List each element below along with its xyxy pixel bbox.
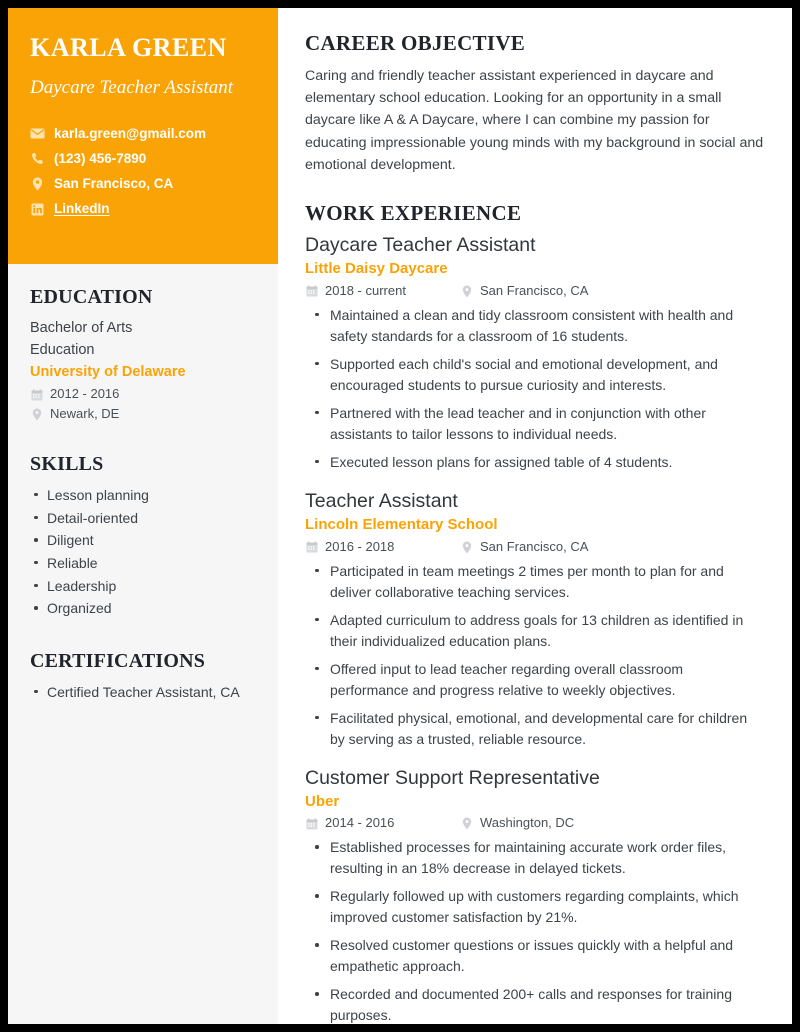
contact-item-phone[interactable]: (123) 456-7890 bbox=[30, 151, 256, 167]
map-pin-icon bbox=[460, 817, 473, 830]
job-dates-row: 2014 - 2016 bbox=[305, 815, 460, 832]
list-item: Adapted curriculum to address goals for … bbox=[305, 610, 764, 652]
education-school: University of Delaware bbox=[30, 364, 186, 381]
job-company: Little Daisy Daycare bbox=[305, 260, 448, 278]
list-item: Maintained a clean and tidy classroom co… bbox=[305, 305, 764, 347]
list-item: Resolved customer questions or issues qu… bbox=[305, 935, 764, 977]
job-bullets: Participated in team meetings 2 times pe… bbox=[305, 561, 764, 750]
sidebar: KARLA GREEN Daycare Teacher Assistant ka… bbox=[8, 8, 278, 1024]
sidebar-body: EDUCATION Bachelor of Arts Education Uni… bbox=[8, 264, 278, 704]
job-location: Washington, DC bbox=[480, 815, 575, 831]
map-pin-icon bbox=[460, 285, 473, 298]
contact-linkedin-text[interactable]: LinkedIn bbox=[54, 201, 110, 217]
phone-icon bbox=[30, 152, 45, 165]
job-title: Daycare Teacher Assistant bbox=[305, 233, 536, 256]
list-item: Leadership bbox=[30, 575, 256, 598]
sidebar-header-block: KARLA GREEN Daycare Teacher Assistant ka… bbox=[8, 8, 278, 264]
job-title: Customer Support Representative bbox=[305, 766, 600, 789]
job-dates-row: 2018 - current bbox=[305, 283, 460, 300]
resume-page: KARLA GREEN Daycare Teacher Assistant ka… bbox=[8, 8, 792, 1024]
job-location-row: Washington, DC bbox=[460, 815, 574, 832]
list-item: Facilitated physical, emotional, and dev… bbox=[305, 708, 764, 750]
calendar-icon bbox=[305, 541, 318, 553]
job-location: San Francisco, CA bbox=[480, 538, 589, 554]
contact-phone-text: (123) 456-7890 bbox=[54, 150, 147, 166]
job-bullets: Established processes for maintaining ac… bbox=[305, 837, 764, 1024]
job-dates: 2014 - 2016 bbox=[325, 815, 395, 831]
education-dates-row: 2012 - 2016 bbox=[30, 386, 256, 403]
job-meta: 2018 - current San Francisco, CA bbox=[305, 283, 764, 300]
list-item: Executed lesson plans for assigned table… bbox=[305, 452, 764, 473]
work-entry: Teacher Assistant Lincoln Elementary Sch… bbox=[305, 489, 764, 750]
map-pin-icon bbox=[460, 541, 473, 554]
career-objective-text: Caring and friendly teacher assistant ex… bbox=[305, 68, 764, 173]
contact-location-text: San Francisco, CA bbox=[54, 176, 174, 192]
contact-list: karla.green@gmail.com (123) 456-7890 San… bbox=[30, 126, 256, 218]
envelope-icon bbox=[30, 128, 45, 139]
list-item: Reliable bbox=[30, 552, 256, 575]
list-item: Supported each child's social and emotio… bbox=[305, 354, 764, 396]
certifications-list: Certified Teacher Assistant, CA bbox=[30, 681, 256, 704]
list-item: Established processes for maintaining ac… bbox=[305, 837, 764, 879]
contact-item-email[interactable]: karla.green@gmail.com bbox=[30, 126, 256, 142]
list-item: Diligent bbox=[30, 529, 256, 552]
job-dates: 2018 - current bbox=[325, 282, 406, 298]
job-dates: 2016 - 2018 bbox=[325, 538, 395, 554]
map-pin-icon bbox=[30, 408, 43, 421]
candidate-job-title: Daycare Teacher Assistant bbox=[30, 76, 234, 98]
map-pin-icon bbox=[30, 177, 45, 191]
career-objective-heading: CAREER OBJECTIVE bbox=[305, 31, 526, 55]
certifications-heading: CERTIFICATIONS bbox=[30, 649, 206, 672]
list-item: Participated in team meetings 2 times pe… bbox=[305, 561, 764, 603]
contact-email-text: karla.green@gmail.com bbox=[54, 125, 206, 141]
calendar-icon bbox=[305, 818, 318, 830]
list-item: Regularly followed up with customers reg… bbox=[305, 886, 764, 928]
work-experience-heading: WORK EXPERIENCE bbox=[305, 200, 522, 225]
job-location: San Francisco, CA bbox=[480, 282, 589, 298]
education-degree: Bachelor of Arts bbox=[30, 320, 133, 336]
job-dates-row: 2016 - 2018 bbox=[305, 539, 460, 556]
job-location-row: San Francisco, CA bbox=[460, 539, 588, 556]
list-item: Certified Teacher Assistant, CA bbox=[30, 681, 256, 704]
candidate-name: KARLA GREEN bbox=[30, 33, 227, 62]
calendar-icon bbox=[30, 388, 43, 401]
education-field: Education bbox=[30, 342, 95, 359]
list-item: Partnered with the lead teacher and in c… bbox=[305, 403, 764, 445]
job-meta: 2014 - 2016 Washington, DC bbox=[305, 815, 764, 832]
skills-list: Lesson planning Detail-oriented Diligent… bbox=[30, 484, 256, 620]
linkedin-icon bbox=[30, 203, 45, 216]
calendar-icon bbox=[305, 285, 318, 297]
job-location-row: San Francisco, CA bbox=[460, 283, 588, 300]
main-column: CAREER OBJECTIVE Caring and friendly tea… bbox=[278, 8, 792, 1024]
list-item: Recorded and documented 200+ calls and r… bbox=[305, 984, 764, 1024]
education-location: Newark, DE bbox=[50, 405, 120, 421]
work-entry: Daycare Teacher Assistant Little Daisy D… bbox=[305, 233, 764, 473]
list-item: Lesson planning bbox=[30, 484, 256, 507]
education-entry: Bachelor of Arts Education University of… bbox=[30, 317, 256, 423]
job-bullets: Maintained a clean and tidy classroom co… bbox=[305, 305, 764, 473]
education-dates: 2012 - 2016 bbox=[50, 386, 120, 402]
skills-heading: SKILLS bbox=[30, 452, 104, 475]
job-meta: 2016 - 2018 San Francisco, CA bbox=[305, 539, 764, 556]
list-item: Detail-oriented bbox=[30, 507, 256, 530]
job-title: Teacher Assistant bbox=[305, 489, 458, 512]
job-company: Uber bbox=[305, 792, 340, 810]
contact-item-linkedin[interactable]: LinkedIn bbox=[30, 201, 256, 217]
job-company: Lincoln Elementary School bbox=[305, 516, 498, 534]
education-location-row: Newark, DE bbox=[30, 406, 256, 423]
list-item: Organized bbox=[30, 597, 256, 620]
contact-item-location: San Francisco, CA bbox=[30, 176, 256, 192]
work-entry: Customer Support Representative Uber 201… bbox=[305, 766, 764, 1025]
education-heading: EDUCATION bbox=[30, 286, 153, 308]
list-item: Offered input to lead teacher regarding … bbox=[305, 659, 764, 701]
